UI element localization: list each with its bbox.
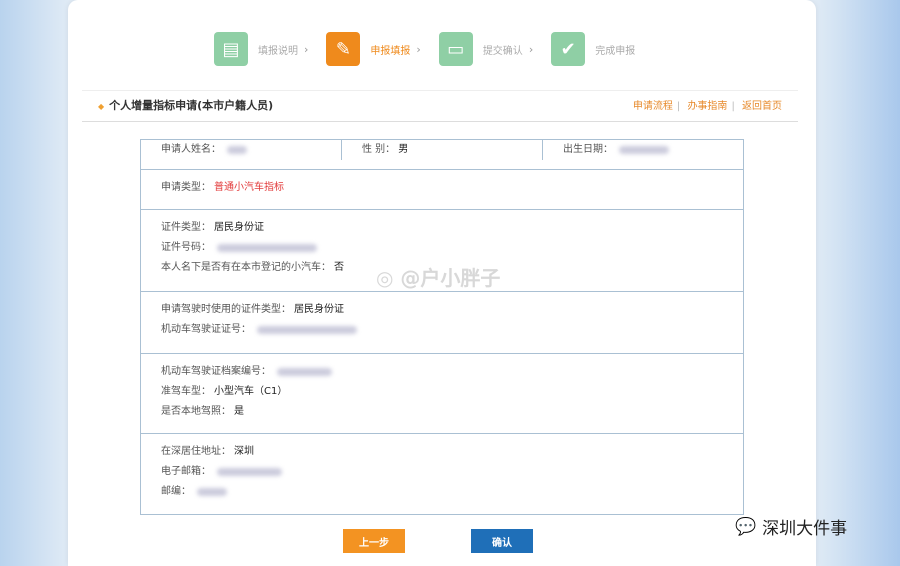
email-redacted <box>217 468 282 476</box>
section-header: 个人增量指标申请(本市户籍人员) 申请流程| 办事指南| 返回首页 <box>82 90 798 122</box>
contact-row: 在深居住地址： 深圳 电子邮箱： 邮编： <box>141 434 743 514</box>
progress-steps: ▤ 填报说明 › ✎ 申报填报 › ▭ 提交确认 › ✔ 完成申报 <box>214 32 653 66</box>
page-title: 个人增量指标申请(本市户籍人员) <box>98 97 273 113</box>
step-4: ✔ 完成申报 <box>551 32 635 66</box>
license-file-redacted <box>277 368 332 376</box>
wechat-icon: 💬 <box>735 516 757 537</box>
car-value: 否 <box>334 262 344 273</box>
personal-row: 申请人姓名： 性 别：男 出生日期： <box>141 140 743 170</box>
id-type-value: 居民身份证 <box>214 222 264 233</box>
prev-button[interactable]: 上一步 <box>343 529 405 553</box>
step-label: 申报填报 <box>370 45 411 57</box>
birth-label: 出生日期： <box>563 144 613 155</box>
address-value: 深圳 <box>234 446 254 457</box>
license-row: 申请驾驶时使用的证件类型： 居民身份证 机动车驾驶证证号： <box>141 292 743 354</box>
class-value: 小型汽车（C1） <box>214 386 288 397</box>
name-label: 申请人姓名： <box>161 144 221 155</box>
weibo-watermark: ◎ @户小胖子 <box>376 262 500 291</box>
step-2: ✎ 申报填报 › <box>326 32 421 66</box>
step-label: 提交确认 <box>482 45 523 57</box>
wechat-watermark-text: 深圳大件事 <box>762 519 848 539</box>
application-summary: 申请人姓名： 性 别：男 出生日期： 申请类型： 普通小汽车指标 证件类型： 居民身… <box>140 139 744 515</box>
type-value: 普通小汽车指标 <box>214 182 284 193</box>
link-home[interactable]: 返回首页 <box>742 101 782 112</box>
type-label: 申请类型： <box>161 182 211 193</box>
apply-id-type-label: 申请驾驶时使用的证件类型： <box>161 304 291 315</box>
car-label: 本人名下是否有在本市登记的小汽车： <box>161 262 331 273</box>
step-1: ▤ 填报说明 › <box>214 32 308 66</box>
local-value: 是 <box>234 406 244 417</box>
document-icon: ▤ <box>214 32 248 66</box>
check-icon: ✔ <box>551 32 586 66</box>
weibo-watermark-text: @户小胖子 <box>400 266 501 290</box>
step-3: ▭ 提交确认 › <box>438 32 533 66</box>
header-links: 申请流程 | 办事指南 | 返回首页 <box>632 101 782 112</box>
link-guide[interactable]: 办事指南 <box>687 101 727 112</box>
weibo-icon: ◎ <box>376 266 394 290</box>
type-row: 申请类型： 普通小汽车指标 <box>141 170 743 210</box>
license-number-label: 机动车驾驶证证号： <box>161 324 251 335</box>
local-label: 是否本地驾照： <box>161 406 231 417</box>
confirm-button[interactable]: 确认 <box>471 529 533 553</box>
zip-redacted <box>197 488 227 496</box>
step-label: 填报说明 <box>258 45 298 57</box>
birth-value-redacted <box>619 146 669 154</box>
apply-id-type-value: 居民身份证 <box>294 304 344 315</box>
gender-value: 男 <box>398 144 409 155</box>
id-number-redacted <box>217 244 317 252</box>
tablet-icon: ▭ <box>438 32 473 66</box>
wechat-watermark: 💬 深圳大件事 <box>735 514 848 540</box>
link-process[interactable]: 申请流程 <box>633 101 673 112</box>
class-label: 准驾车型： <box>161 386 211 397</box>
step-label: 完成申报 <box>595 45 636 57</box>
zip-label: 邮编： <box>161 486 191 497</box>
license-number-redacted <box>257 326 357 334</box>
name-value-redacted <box>227 146 247 154</box>
license-file-label: 机动车驾驶证档案编号： <box>161 366 271 377</box>
address-label: 在深居住地址： <box>161 446 231 457</box>
form-actions: 上一步 确认 <box>343 529 533 553</box>
id-number-label: 证件号码： <box>161 242 211 253</box>
gender-label: 性 别： <box>362 144 396 155</box>
driving-row: 机动车驾驶证档案编号： 准驾车型： 小型汽车（C1） 是否本地驾照：是 <box>141 354 743 434</box>
email-label: 电子邮箱： <box>161 466 211 477</box>
edit-icon: ✎ <box>326 32 361 66</box>
id-type-label: 证件类型： <box>161 222 211 233</box>
